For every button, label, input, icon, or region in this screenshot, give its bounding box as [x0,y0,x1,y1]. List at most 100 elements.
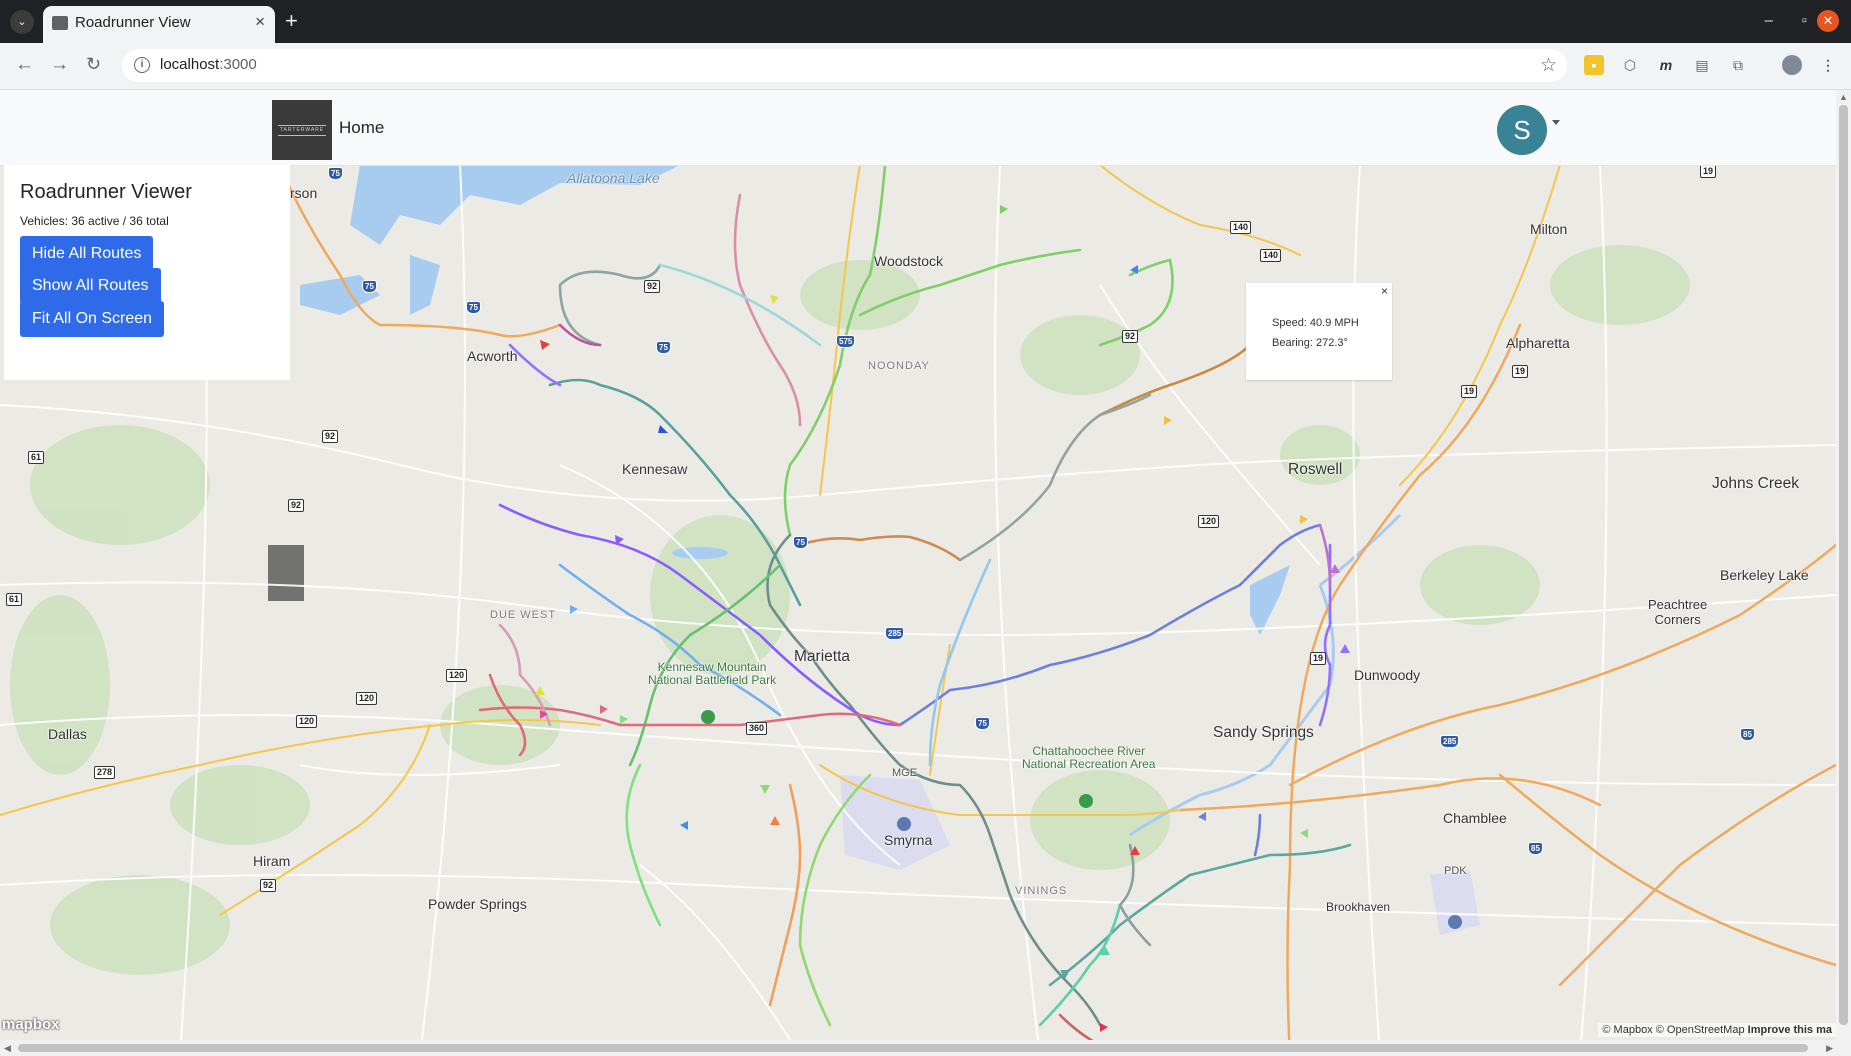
brand-logo[interactable]: TARTERWARE [272,100,332,160]
extension-m-icon[interactable]: m [1656,55,1676,75]
fit-all-on-screen-button[interactable]: Fit All On Screen [20,301,165,337]
horizontal-scrollbar[interactable]: ◀ ▶ [0,1040,1836,1056]
label-alpharetta: Alpharetta [1506,335,1570,351]
shield-sr92-hiram: 92 [260,879,277,892]
profile-avatar-icon[interactable] [1782,55,1802,75]
tab-favicon-icon [52,16,68,30]
label-roswell: Roswell [1288,461,1343,478]
panel-title: Roadrunner Viewer [20,181,192,203]
label-pdk-airport: PDK [1444,865,1467,877]
shield-us19-alpharetta: 19 [1461,385,1478,398]
tab-title: Roadrunner View [75,14,191,31]
shield-sr92-woodstock: 92 [1122,330,1139,343]
browser-toolbar: ← → ↻ i localhost:3000 ☆ ▪ ⬡ m ▤ ⧉ ⋮ [0,43,1851,90]
shield-us19-north: 19 [1700,165,1717,178]
shield-sr120-b: 120 [356,692,378,705]
shield-sr92-west: 92 [322,430,339,443]
window-maximize-icon[interactable]: ▫ [1802,12,1807,29]
label-johns-creek: Johns Creek [1712,475,1800,492]
popup-bearing: Bearing: 272.3° [1272,337,1348,349]
label-dallas: Dallas [48,726,87,742]
forward-arrow-icon[interactable]: → [50,54,69,76]
label-emerson: rson [290,185,318,201]
site-info-icon[interactable]: i [134,57,150,73]
back-arrow-icon[interactable]: ← [15,54,34,76]
label-milton: Milton [1530,221,1568,237]
attribution-mapbox-link[interactable]: © Mapbox [1602,1024,1652,1036]
label-kennesaw-mountain-park: Kennesaw Mountain National Battlefield P… [648,660,777,687]
label-sandy-springs: Sandy Springs [1213,724,1314,741]
shield-us19-mid: 19 [1512,365,1529,378]
scroll-right-arrow-icon[interactable]: ▶ [1826,1043,1833,1054]
shield-i75-acworth: 75 [362,280,377,293]
window-close-icon[interactable]: ✕ [1817,10,1839,32]
shield-us278: 278 [94,766,116,779]
shield-i85-east: 85 [1740,728,1755,741]
shield-i75-north: 75 [328,167,343,180]
mapbox-logo[interactable]: mapbox [2,1016,60,1033]
label-berkeley-lake: Berkeley Lake [1720,567,1809,583]
label-peachtree-corners: Peachtree Corners [1648,597,1708,627]
shield-sr140-a: 140 [1230,221,1252,234]
improve-map-link[interactable]: Improve this ma [1748,1024,1832,1036]
label-chattahoochee-recreation-area: Chattahoochee River National Recreation … [1022,744,1156,771]
url-text[interactable]: localhost:3000 [160,56,257,73]
shield-sr92-south: 92 [288,499,305,512]
browser-tab-strip: ⌄ Roadrunner View × + – ▫ ✕ [0,0,1851,43]
shield-i285-west: 285 [885,627,905,640]
shield-sr360: 360 [746,722,768,735]
shield-sr120-a: 120 [446,669,468,682]
shield-i285-east: 285 [1440,735,1460,748]
show-all-routes-button[interactable]: Show All Routes [20,268,161,304]
user-avatar[interactable]: S [1497,105,1547,155]
hide-all-routes-button[interactable]: Hide All Routes [20,236,154,272]
extension-hexagon-icon[interactable]: ⬡ [1620,55,1640,75]
label-powder-springs: Powder Springs [428,896,527,912]
vertical-scrollbar[interactable]: ▲ [1836,90,1851,1056]
label-vinings: VININGS [1015,885,1068,897]
attribution-osm-link[interactable]: © OpenStreetMap [1656,1024,1745,1036]
app-navbar: TARTERWARE Home S [0,90,1836,166]
horizontal-scrollbar-thumb[interactable] [18,1044,1808,1052]
shield-sr120-c: 120 [296,715,318,728]
nav-home-link[interactable]: Home [339,118,384,138]
shield-i75-south: 75 [975,717,990,730]
extension-doc-icon[interactable]: ▤ [1692,55,1712,75]
avatar-dropdown-caret-icon[interactable] [1552,120,1560,125]
vertical-scrollbar-thumb[interactable] [1839,105,1848,1025]
shield-sr61-a: 61 [28,451,45,464]
label-brookhaven: Brookhaven [1326,900,1391,914]
label-chamblee: Chamblee [1443,810,1507,826]
browser-tab[interactable]: Roadrunner View × [43,6,275,43]
label-woodstock: Woodstock [874,253,943,269]
new-tab-icon[interactable]: + [285,8,298,34]
shield-us19-south: 19 [1310,652,1327,665]
reload-icon[interactable]: ↻ [86,54,101,75]
map-attribution: © Mapbox © OpenStreetMap Improve this ma [1598,1023,1836,1037]
label-allatoona-lake: Allatoona Lake [567,170,660,186]
label-acworth: Acworth [467,348,518,364]
address-bar[interactable]: i localhost:3000 ☆ [122,49,1567,82]
popup-close-icon[interactable]: × [1381,284,1388,298]
label-noonday: NOONDAY [868,360,930,372]
bookmark-star-icon[interactable]: ☆ [1540,54,1557,77]
label-kennesaw: Kennesaw [622,461,688,477]
shield-i75-mid: 75 [466,301,481,314]
shield-sr120-roswell: 120 [1198,515,1220,528]
scroll-left-arrow-icon[interactable]: ◀ [4,1043,11,1054]
tab-search-icon[interactable]: ⌄ [10,10,34,34]
shield-i85-south: 85 [1528,842,1543,855]
extension-yellow-icon[interactable]: ▪ [1584,55,1604,75]
extensions-puzzle-icon[interactable]: ⧉ [1728,55,1748,75]
tab-close-icon[interactable]: × [255,12,265,32]
window-minimize-icon[interactable]: – [1765,12,1773,29]
label-mge-airport: MGE [892,767,918,779]
popup-speed: Speed: 40.9 MPH [1272,317,1359,329]
browser-menu-icon[interactable]: ⋮ [1818,55,1838,75]
shield-i75-marietta: 75 [793,536,808,549]
page-viewport: TARTERWARE Home S Allatoona Lake rson Wo… [0,90,1836,1056]
scroll-up-arrow-icon[interactable]: ▲ [1839,92,1848,102]
label-marietta: Marietta [794,648,850,665]
label-due-west: DUE WEST [490,609,557,621]
roadrunner-control-panel: Roadrunner Viewer Vehicles: 36 active / … [4,165,290,380]
